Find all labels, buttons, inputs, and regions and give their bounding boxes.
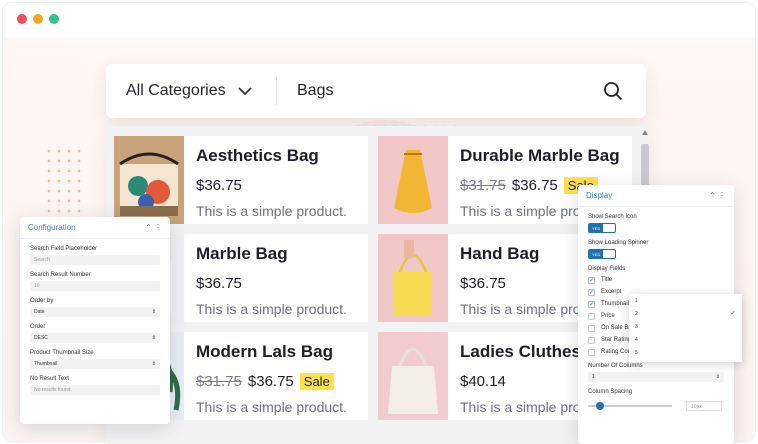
checkbox[interactable] <box>588 312 595 320</box>
product-description: This is a simple product. <box>196 399 347 415</box>
no-result-text-input[interactable]: No results found <box>30 385 160 395</box>
collapse-icon[interactable]: ⌃ ⋮ <box>145 223 162 232</box>
checkbox[interactable] <box>588 324 595 332</box>
product-price: $36.75 <box>196 275 242 292</box>
divider <box>276 77 277 105</box>
configuration-panel: Configuration ⌃ ⋮ Search Field Placehold… <box>20 217 170 424</box>
collapse-icon[interactable]: ⌃ ⋮ <box>709 191 726 200</box>
spacing-value-input[interactable]: 10px <box>686 401 722 411</box>
show-loading-spinner-toggle[interactable]: YES <box>588 249 616 259</box>
product-price: $31.75$36.75Sale <box>196 373 347 390</box>
field-label: Show Loading Spinner <box>588 240 649 246</box>
field-label: Number Of Columns <box>588 363 643 369</box>
placeholder-input[interactable]: Search <box>30 255 160 265</box>
search-button[interactable] <box>598 76 628 106</box>
columns-dropdown-list: 1 2 ✓ 3 4 5 <box>629 294 742 362</box>
search-input[interactable]: Bags <box>297 82 598 100</box>
panel-title: Display <box>586 191 613 200</box>
field-label: Column Spacing <box>588 389 633 395</box>
window-titlebar <box>3 3 755 37</box>
checkbox[interactable]: ✓ <box>588 300 595 308</box>
dropdown-option[interactable]: 1 <box>629 294 742 307</box>
thumbnail-size-select[interactable]: Thumbnail ⇕ <box>30 359 160 369</box>
field-label: Product Thumbnail Size <box>30 350 94 356</box>
field-label: Display Fields <box>588 266 626 272</box>
product-card[interactable]: Aesthetics Bag $36.75 This is a simple p… <box>114 136 368 224</box>
field-label: Search Result Number <box>30 272 91 278</box>
slider-track[interactable] <box>588 402 672 410</box>
select-arrows-icon: ⇕ <box>151 335 156 341</box>
dropdown-option[interactable]: 5 <box>629 346 742 359</box>
product-price: $36.75 <box>196 177 242 194</box>
decorative-dots <box>44 146 84 216</box>
checkbox[interactable]: ✓ <box>588 276 595 284</box>
show-search-icon-toggle[interactable]: YES <box>588 223 616 233</box>
search-icon <box>604 82 623 101</box>
order-by-select[interactable]: Date ⇕ <box>30 307 160 317</box>
columns-select[interactable]: 1 ⇕ <box>588 372 724 382</box>
result-number-input[interactable]: 10 <box>30 281 160 291</box>
product-thumbnail <box>114 136 184 224</box>
field-label: Order by <box>30 298 54 304</box>
check-icon: ✓ <box>730 310 736 317</box>
product-thumbnail <box>378 136 448 224</box>
select-arrows-icon: ⇕ <box>151 361 156 367</box>
product-description: This is a simple product. <box>196 301 347 317</box>
select-arrows-icon: ⇕ <box>151 309 156 315</box>
close-window-button[interactable] <box>17 14 27 24</box>
category-label: All Categories <box>126 82 226 99</box>
product-thumbnail <box>378 332 448 420</box>
order-select[interactable]: DESC ⇕ <box>30 333 160 343</box>
display-header[interactable]: Display ⌃ ⋮ <box>578 185 734 207</box>
checkbox[interactable] <box>588 348 595 356</box>
field-label: Show Search Icon <box>588 214 637 220</box>
panel-title: Configuration <box>28 223 76 232</box>
sale-badge: Sale <box>299 373 334 390</box>
field-checkbox-title[interactable]: ✓ Title <box>588 276 724 284</box>
category-select[interactable]: All Categories <box>126 82 276 100</box>
chevron-down-icon <box>237 86 252 95</box>
scroll-up-icon[interactable] <box>642 130 648 135</box>
product-description: This is a simple product. <box>196 203 347 219</box>
configuration-header[interactable]: Configuration ⌃ ⋮ <box>20 217 170 239</box>
search-bar: All Categories Bags <box>106 64 646 118</box>
column-spacing-slider[interactable]: 10px <box>588 401 724 411</box>
product-thumbnail <box>378 234 448 322</box>
checkbox[interactable]: ✓ <box>588 288 595 296</box>
slider-handle[interactable] <box>596 402 604 410</box>
product-title[interactable]: Modern Lals Bag <box>196 342 347 362</box>
select-arrows-icon: ⇕ <box>715 374 720 380</box>
field-label: Order <box>30 324 46 330</box>
checkbox[interactable] <box>588 336 595 344</box>
product-title[interactable]: Durable Marble Bag <box>460 146 620 166</box>
scrollbar-thumb[interactable] <box>641 144 649 188</box>
minimize-window-button[interactable] <box>33 14 43 24</box>
dropdown-option[interactable]: 3 <box>629 320 742 333</box>
search-results: Aesthetics Bag $36.75 This is a simple p… <box>106 126 650 444</box>
maximize-window-button[interactable] <box>49 14 59 24</box>
dropdown-option[interactable]: 2 ✓ <box>629 307 742 320</box>
product-title[interactable]: Marble Bag <box>196 244 347 264</box>
field-label: No Result Text <box>30 376 69 382</box>
field-label: Search Field Placeholder <box>30 246 98 252</box>
dropdown-option[interactable]: 4 <box>629 333 742 346</box>
product-title[interactable]: Aesthetics Bag <box>196 146 347 166</box>
